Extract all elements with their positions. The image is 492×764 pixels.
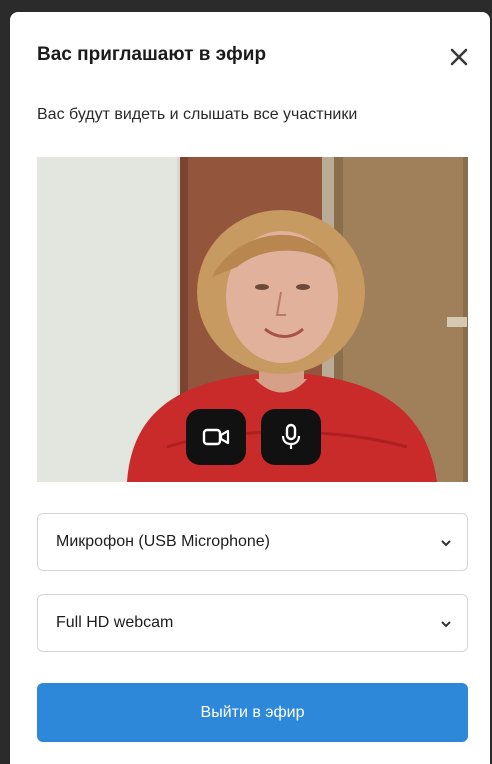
dialog-subtitle: Вас будут видеть и слышать все участники [37,106,358,123]
microphone-select-value: Микрофон (USB Microphone) [56,533,271,550]
microphone-select[interactable]: Микрофон (USB Microphone) [37,513,468,571]
video-camera-icon [202,428,230,446]
camera-select[interactable]: Full HD webcam [37,594,468,652]
close-button[interactable] [444,42,474,72]
chevron-down-icon [441,621,451,628]
broadcast-invite-dialog: Вас приглашают в эфир Вас будут видеть и… [10,12,490,764]
toggle-camera-button[interactable] [186,409,246,465]
camera-select-value: Full HD webcam [56,614,174,631]
chevron-down-icon [441,540,451,547]
dialog-title: Вас приглашают в эфир [37,44,267,65]
go-live-button[interactable]: Выйти в эфир [37,683,468,742]
microphone-icon [281,423,301,449]
close-icon [450,48,468,66]
toggle-microphone-button[interactable] [261,409,321,465]
camera-preview [37,157,468,482]
